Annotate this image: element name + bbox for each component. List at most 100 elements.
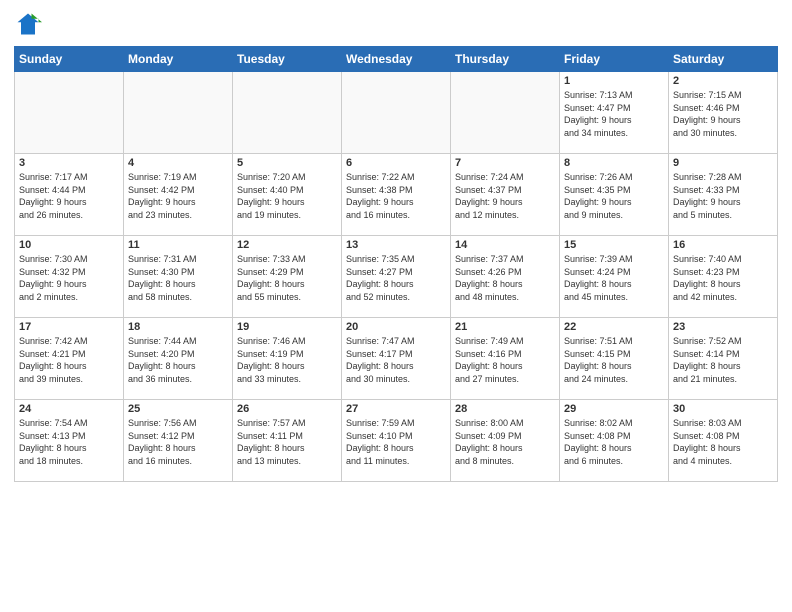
- calendar-cell: 18Sunrise: 7:44 AM Sunset: 4:20 PM Dayli…: [124, 318, 233, 400]
- calendar-cell: 4 Sunrise: 7:19 AM Sunset: 4:42 PM Daylig…: [124, 154, 233, 236]
- weekday-header-sunday: Sunday: [15, 47, 124, 72]
- day-info: Sunrise: 7:33 AM Sunset: 4:29 PM Dayligh…: [237, 253, 337, 303]
- calendar-cell: 7 Sunrise: 7:24 AM Sunset: 4:37 PM Daylig…: [451, 154, 560, 236]
- day-number: 25: [128, 403, 228, 415]
- day-info: Sunrise: 7:37 AM Sunset: 4:26 PM Dayligh…: [455, 253, 555, 303]
- day-number: 24: [19, 403, 119, 415]
- weekday-header-monday: Monday: [124, 47, 233, 72]
- calendar-cell: 15 Sunrise: 7:39 AM Sunset: 4:24 PM Dayli…: [560, 236, 669, 318]
- day-number: 17: [19, 321, 119, 333]
- day-number: 10: [19, 239, 119, 251]
- day-info: Sunrise: 7:40 AM Sunset: 4:23 PM Dayligh…: [673, 253, 773, 303]
- day-info: Sunrise: 7:52 AM Sunset: 4:14 PM Dayligh…: [673, 335, 773, 385]
- day-number: 23: [673, 321, 773, 333]
- day-number: 27: [346, 403, 446, 415]
- calendar-cell: 9 Sunrise: 7:28 AM Sunset: 4:33 PM Daylig…: [669, 154, 778, 236]
- calendar-cell: 20Sunrise: 7:47 AM Sunset: 4:17 PM Dayli…: [342, 318, 451, 400]
- calendar-cell: 26 Sunrise: 7:57 AM Sunset: 4:11 PM Dayli…: [233, 400, 342, 482]
- calendar-cell: 11 Sunrise: 7:31 AM Sunset: 4:30 PM Dayli…: [124, 236, 233, 318]
- day-info: Sunrise: 7:51 AM Sunset: 4:15 PM Dayligh…: [564, 335, 664, 385]
- day-number: 13: [346, 239, 446, 251]
- calendar-week-2: 3Sunrise: 7:17 AM Sunset: 4:44 PM Daylig…: [15, 154, 778, 236]
- day-number: 30: [673, 403, 773, 415]
- weekday-header-thursday: Thursday: [451, 47, 560, 72]
- day-info: Sunrise: 7:22 AM Sunset: 4:38 PM Dayligh…: [346, 171, 446, 221]
- calendar-cell: [15, 72, 124, 154]
- calendar-cell: [451, 72, 560, 154]
- day-info: Sunrise: 7:30 AM Sunset: 4:32 PM Dayligh…: [19, 253, 119, 303]
- day-number: 5: [237, 157, 337, 169]
- calendar-cell: 25 Sunrise: 7:56 AM Sunset: 4:12 PM Dayli…: [124, 400, 233, 482]
- calendar-cell: 28Sunrise: 8:00 AM Sunset: 4:09 PM Dayli…: [451, 400, 560, 482]
- day-number: 2: [673, 75, 773, 87]
- calendar-week-5: 24 Sunrise: 7:54 AM Sunset: 4:13 PM Dayli…: [15, 400, 778, 482]
- day-info: Sunrise: 7:56 AM Sunset: 4:12 PM Dayligh…: [128, 417, 228, 467]
- day-info: Sunrise: 7:39 AM Sunset: 4:24 PM Dayligh…: [564, 253, 664, 303]
- weekday-header-friday: Friday: [560, 47, 669, 72]
- calendar-cell: 30 Sunrise: 8:03 AM Sunset: 4:08 PM Dayli…: [669, 400, 778, 482]
- day-info: Sunrise: 7:42 AM Sunset: 4:21 PM Dayligh…: [19, 335, 119, 385]
- day-info: Sunrise: 7:28 AM Sunset: 4:33 PM Dayligh…: [673, 171, 773, 221]
- calendar-week-3: 10 Sunrise: 7:30 AM Sunset: 4:32 PM Dayli…: [15, 236, 778, 318]
- calendar-cell: 2Sunrise: 7:15 AM Sunset: 4:46 PM Daylig…: [669, 72, 778, 154]
- day-number: 12: [237, 239, 337, 251]
- day-number: 11: [128, 239, 228, 251]
- day-info: Sunrise: 7:24 AM Sunset: 4:37 PM Dayligh…: [455, 171, 555, 221]
- calendar-cell: 17 Sunrise: 7:42 AM Sunset: 4:21 PM Dayli…: [15, 318, 124, 400]
- calendar-cell: 29 Sunrise: 8:02 AM Sunset: 4:08 PM Dayli…: [560, 400, 669, 482]
- day-number: 6: [346, 157, 446, 169]
- day-number: 19: [237, 321, 337, 333]
- day-info: Sunrise: 8:03 AM Sunset: 4:08 PM Dayligh…: [673, 417, 773, 467]
- weekday-header-wednesday: Wednesday: [342, 47, 451, 72]
- logo: [14, 10, 46, 38]
- calendar-cell: 10 Sunrise: 7:30 AM Sunset: 4:32 PM Dayli…: [15, 236, 124, 318]
- day-number: 4: [128, 157, 228, 169]
- header: [14, 10, 778, 38]
- calendar: SundayMondayTuesdayWednesdayThursdayFrid…: [14, 46, 778, 482]
- day-info: Sunrise: 7:31 AM Sunset: 4:30 PM Dayligh…: [128, 253, 228, 303]
- calendar-cell: 24 Sunrise: 7:54 AM Sunset: 4:13 PM Dayli…: [15, 400, 124, 482]
- weekday-header-saturday: Saturday: [669, 47, 778, 72]
- day-info: Sunrise: 8:02 AM Sunset: 4:08 PM Dayligh…: [564, 417, 664, 467]
- day-number: 7: [455, 157, 555, 169]
- day-number: 26: [237, 403, 337, 415]
- day-info: Sunrise: 7:20 AM Sunset: 4:40 PM Dayligh…: [237, 171, 337, 221]
- day-info: Sunrise: 7:19 AM Sunset: 4:42 PM Dayligh…: [128, 171, 228, 221]
- calendar-header-row: SundayMondayTuesdayWednesdayThursdayFrid…: [15, 47, 778, 72]
- day-number: 15: [564, 239, 664, 251]
- day-info: Sunrise: 7:46 AM Sunset: 4:19 PM Dayligh…: [237, 335, 337, 385]
- calendar-cell: 23 Sunrise: 7:52 AM Sunset: 4:14 PM Dayli…: [669, 318, 778, 400]
- calendar-week-1: 1Sunrise: 7:13 AM Sunset: 4:47 PM Daylig…: [15, 72, 778, 154]
- day-number: 1: [564, 75, 664, 87]
- calendar-cell: 14 Sunrise: 7:37 AM Sunset: 4:26 PM Dayli…: [451, 236, 560, 318]
- logo-icon: [14, 10, 42, 38]
- day-info: Sunrise: 7:57 AM Sunset: 4:11 PM Dayligh…: [237, 417, 337, 467]
- day-number: 8: [564, 157, 664, 169]
- day-number: 22: [564, 321, 664, 333]
- calendar-cell: 12 Sunrise: 7:33 AM Sunset: 4:29 PM Dayli…: [233, 236, 342, 318]
- day-info: Sunrise: 7:26 AM Sunset: 4:35 PM Dayligh…: [564, 171, 664, 221]
- calendar-cell: 6 Sunrise: 7:22 AM Sunset: 4:38 PM Daylig…: [342, 154, 451, 236]
- calendar-week-4: 17 Sunrise: 7:42 AM Sunset: 4:21 PM Dayli…: [15, 318, 778, 400]
- calendar-cell: [124, 72, 233, 154]
- day-info: Sunrise: 7:44 AM Sunset: 4:20 PM Dayligh…: [128, 335, 228, 385]
- calendar-cell: 8 Sunrise: 7:26 AM Sunset: 4:35 PM Daylig…: [560, 154, 669, 236]
- day-info: Sunrise: 7:54 AM Sunset: 4:13 PM Dayligh…: [19, 417, 119, 467]
- day-number: 21: [455, 321, 555, 333]
- day-number: 14: [455, 239, 555, 251]
- day-number: 20: [346, 321, 446, 333]
- calendar-cell: 22 Sunrise: 7:51 AM Sunset: 4:15 PM Dayli…: [560, 318, 669, 400]
- calendar-cell: 3Sunrise: 7:17 AM Sunset: 4:44 PM Daylig…: [15, 154, 124, 236]
- calendar-cell: 16 Sunrise: 7:40 AM Sunset: 4:23 PM Dayli…: [669, 236, 778, 318]
- weekday-header-tuesday: Tuesday: [233, 47, 342, 72]
- day-number: 3: [19, 157, 119, 169]
- day-info: Sunrise: 7:35 AM Sunset: 4:27 PM Dayligh…: [346, 253, 446, 303]
- calendar-cell: 21Sunrise: 7:49 AM Sunset: 4:16 PM Dayli…: [451, 318, 560, 400]
- calendar-cell: 13 Sunrise: 7:35 AM Sunset: 4:27 PM Dayli…: [342, 236, 451, 318]
- page: SundayMondayTuesdayWednesdayThursdayFrid…: [0, 0, 792, 612]
- day-number: 9: [673, 157, 773, 169]
- day-number: 29: [564, 403, 664, 415]
- day-number: 16: [673, 239, 773, 251]
- day-info: Sunrise: 7:59 AM Sunset: 4:10 PM Dayligh…: [346, 417, 446, 467]
- calendar-cell: 27 Sunrise: 7:59 AM Sunset: 4:10 PM Dayli…: [342, 400, 451, 482]
